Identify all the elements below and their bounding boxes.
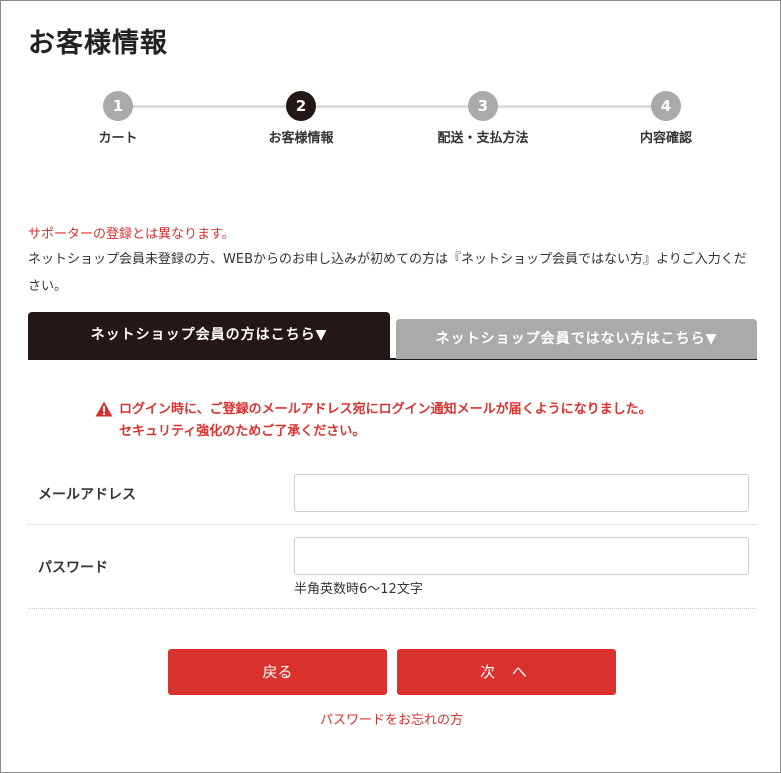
email-label: メールアドレス	[38, 487, 136, 503]
back-button[interactable]: 戻る	[168, 649, 387, 695]
step-customer-info: 2 お客様情報	[221, 91, 381, 146]
warning-line-2: セキュリティ強化のためご了承ください。	[119, 424, 366, 439]
supporter-notice: サポーターの登録とは異なります。	[28, 227, 235, 242]
step-label: 配送・支払方法	[437, 131, 529, 146]
page-title: お客様情報	[28, 28, 168, 59]
stepper-line	[118, 105, 666, 108]
step-label: カート	[98, 131, 138, 146]
warning-triangle-icon	[95, 401, 113, 417]
tab-non-member[interactable]: ネットショップ会員ではない方はこちら▼	[396, 319, 757, 359]
password-row: パスワード 半角英数時6〜12文字	[28, 525, 757, 609]
step-label: お客様情報	[268, 131, 334, 146]
step-shipping-payment: 3 配送・支払方法	[403, 91, 563, 146]
step-number: 3	[468, 91, 498, 121]
step-number: 2	[286, 91, 316, 121]
step-confirm: 4 内容確認	[586, 91, 746, 146]
warning-text: ログイン時に、ご登録のメールアドレス宛にログイン通知メールが届くようになりました…	[119, 399, 739, 443]
step-label: 内容確認	[639, 131, 692, 146]
page-frame: お客様情報 1 カート 2 お客様情報 3 配送・支払方法 4 内容確認 サポー…	[0, 0, 781, 773]
password-label: パスワード	[38, 560, 108, 576]
email-field[interactable]	[294, 474, 749, 512]
step-cart: 1 カート	[38, 91, 198, 146]
step-number: 4	[651, 91, 681, 121]
member-tabs: ネットショップ会員の方はこちら▼ ネットショップ会員ではない方はこちら▼	[28, 312, 757, 360]
warning-line-1: ログイン時に、ご登録のメールアドレス宛にログイン通知メールが届くようになりました…	[119, 402, 652, 417]
intro-text: ネットショップ会員未登録の方、WEBからのお申し込みが初めての方は『ネットショッ…	[28, 252, 747, 294]
password-hint: 半角英数時6〜12文字	[294, 582, 423, 597]
checkout-stepper: 1 カート 2 お客様情報 3 配送・支払方法 4 内容確認	[1, 91, 781, 151]
email-row: メールアドレス	[28, 464, 757, 525]
password-field[interactable]	[294, 537, 749, 575]
forgot-password-link[interactable]: パスワードをお忘れの方	[1, 709, 781, 728]
tab-member[interactable]: ネットショップ会員の方はこちら▼	[28, 312, 390, 360]
step-number: 1	[103, 91, 133, 121]
next-button[interactable]: 次 へ	[397, 649, 616, 695]
